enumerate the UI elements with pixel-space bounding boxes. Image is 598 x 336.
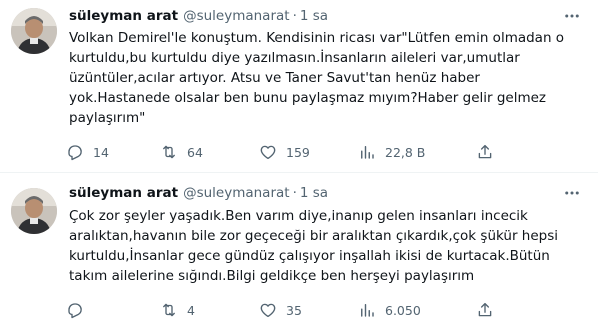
retweet-icon xyxy=(163,303,175,317)
like-button[interactable]: 35 xyxy=(259,299,302,321)
tweet-text: Volkan Demirel'le konuştum. Kendisinin r… xyxy=(69,28,585,128)
tweet-line: Volkan Demirel'le konuştum. Kendisinin r… xyxy=(69,30,565,46)
avatar[interactable] xyxy=(11,8,57,54)
reply-icon xyxy=(68,303,82,319)
tweet-line: paylaşırım" xyxy=(69,110,146,126)
author-handle[interactable]: @suleymanarat xyxy=(183,8,290,24)
tweet-line: kurtuldu,İnsanlar gece gündüz çalışıyor … xyxy=(69,248,550,264)
tweet[interactable]: süleyman arat @suleymanarat · 1 sa Çok z… xyxy=(0,172,598,336)
views-icon xyxy=(361,146,374,159)
tweet[interactable]: süleyman arat @suleymanarat · 1 sa Volka… xyxy=(0,0,598,172)
tweet-line: aralıktan,havanın bile zor geçeceği bir … xyxy=(69,228,559,244)
views-count: 22,8 B xyxy=(385,144,426,160)
more-icon[interactable] xyxy=(560,6,584,26)
author-name[interactable]: süleyman arat xyxy=(69,8,178,24)
like-count: 159 xyxy=(286,144,310,160)
tweet-text: Çok zor şeyler yaşadık.Ben varım diye,in… xyxy=(69,206,585,286)
tweet-line: takım ailelerine sığındı.Bilgi geldikçe … xyxy=(69,268,475,284)
views-icon xyxy=(361,304,374,317)
reply-icon xyxy=(68,145,82,161)
views-button[interactable]: 6.050 xyxy=(358,299,421,321)
separator: · xyxy=(292,185,297,201)
retweet-button[interactable]: 64 xyxy=(160,141,203,163)
reply-count: 14 xyxy=(93,144,109,160)
retweet-icon xyxy=(163,145,175,159)
views-button[interactable]: 22,8 B xyxy=(358,141,425,163)
timestamp[interactable]: 1 sa xyxy=(300,8,328,24)
share-button[interactable] xyxy=(476,141,494,163)
like-button[interactable]: 159 xyxy=(259,141,310,163)
reply-button[interactable] xyxy=(66,299,93,321)
reply-button[interactable]: 14 xyxy=(66,141,109,163)
tweet-header: süleyman arat @suleymanarat · 1 sa xyxy=(69,183,328,203)
share-icon xyxy=(478,144,492,159)
tweet-header: süleyman arat @suleymanarat · 1 sa xyxy=(69,6,328,26)
like-count: 35 xyxy=(286,302,302,318)
separator: · xyxy=(292,8,297,24)
author-name[interactable]: süleyman arat xyxy=(69,185,178,201)
share-button[interactable] xyxy=(476,299,494,321)
tweet-line: Çok zor şeyler yaşadık.Ben varım diye,in… xyxy=(69,208,528,224)
heart-icon xyxy=(260,303,276,318)
views-count: 6.050 xyxy=(385,302,421,318)
avatar[interactable] xyxy=(11,188,57,234)
tweet-line: yok.Hastanede olsalar ben bunu paylaşmaz… xyxy=(69,90,547,106)
author-handle[interactable]: @suleymanarat xyxy=(183,185,290,201)
tweet-line: kurtuldu,bu kurtuldu diye yazılmasın.İns… xyxy=(69,50,520,66)
tweet-actions: 4 35 6.050 xyxy=(66,299,496,321)
more-icon[interactable] xyxy=(560,183,584,203)
retweet-count: 64 xyxy=(187,144,203,160)
retweet-button[interactable]: 4 xyxy=(160,299,195,321)
heart-icon xyxy=(260,145,276,160)
tweet-line: üzüntüler,acılar artıyor. Atsu ve Taner … xyxy=(69,70,480,86)
tweet-actions: 14 64 159 22,8 B xyxy=(66,141,496,163)
retweet-count: 4 xyxy=(187,302,195,318)
share-icon xyxy=(478,302,492,317)
timestamp[interactable]: 1 sa xyxy=(300,185,328,201)
